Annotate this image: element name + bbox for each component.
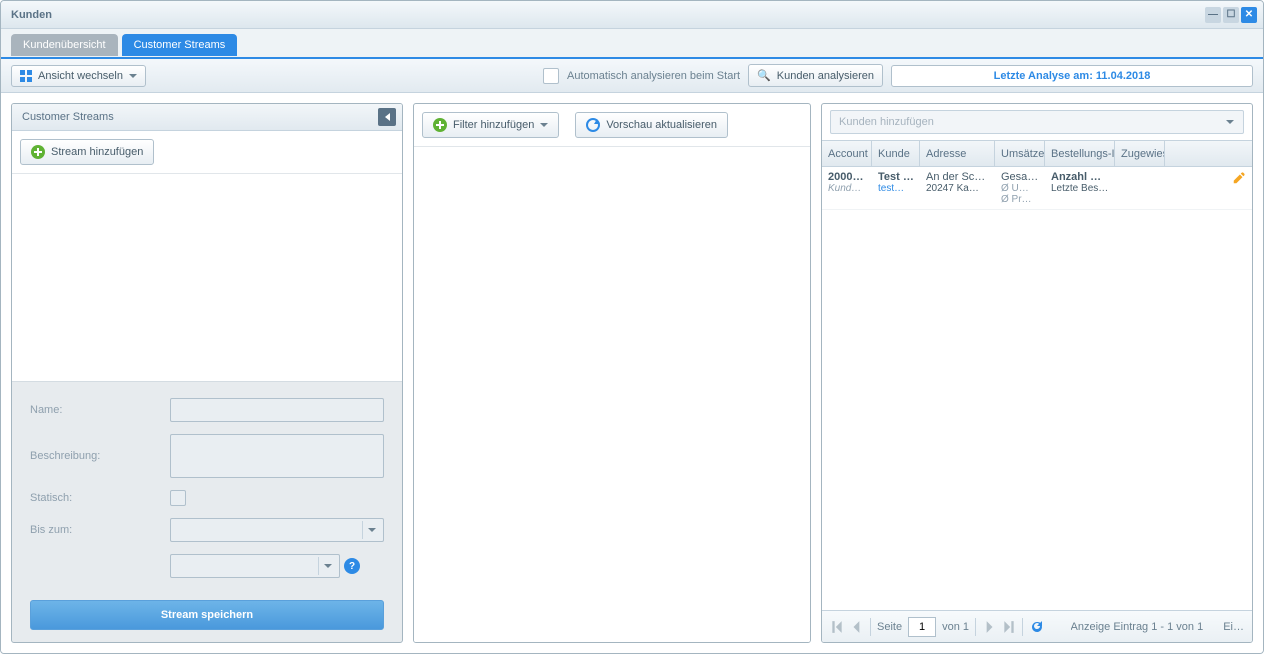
name-label: Name: [30,404,160,416]
help-icon[interactable]: ? [344,558,360,574]
auto-analyze-label: Automatisch analysieren beim Start [567,70,740,82]
streams-panel-header: Customer Streams [12,104,402,131]
cell-zugewiesen [1115,171,1165,205]
auto-analyze-checkbox[interactable] [543,68,559,84]
name-field[interactable] [170,398,384,422]
analyze-customers-button[interactable]: 🔍 Kunden analysieren [748,64,883,87]
customers-panel: Kunden hinzufügen Account Kunde Adresse … [821,103,1253,643]
chevron-down-icon [368,528,376,532]
col-account[interactable]: Account [822,141,872,166]
workspace: Customer Streams Stream hinzufügen Name:… [1,93,1263,653]
reload-icon[interactable] [1029,619,1045,635]
chevron-down-icon [540,123,548,127]
col-actions [1165,141,1252,166]
col-umsaetze[interactable]: Umsätze [995,141,1045,166]
prev-page-icon[interactable] [850,620,864,634]
grid-body: 2000… Kund… Test … test… An der Sc… 2024… [822,167,1252,610]
paging-info: Anzeige Eintrag 1 - 1 von 1 [1071,621,1204,633]
refresh-preview-label: Vorschau aktualisieren [606,119,717,131]
filter-panel: Filter hinzufügen Vorschau aktualisieren [413,103,811,643]
tab-customer-streams[interactable]: Customer Streams [122,34,238,56]
plus-icon [433,118,447,132]
add-customer-placeholder: Kunden hinzufügen [839,116,934,128]
customers-grid: Account Kunde Adresse Umsätze Bestellung… [822,140,1252,642]
description-field[interactable] [170,434,384,478]
maximize-icon[interactable]: ☐ [1223,7,1239,23]
stream-list [12,174,402,381]
edit-icon[interactable] [1232,171,1246,185]
chevron-down-icon [1226,120,1234,124]
add-stream-label: Stream hinzufügen [51,146,143,158]
add-filter-label: Filter hinzufügen [453,119,534,131]
save-stream-button[interactable]: Stream speichern [30,600,384,630]
page-of-label: von 1 [942,621,969,633]
paging-extra: Ei… [1223,621,1244,633]
last-analysis-info: Letzte Analyse am: 11.04.2018 [891,65,1253,87]
col-kunde[interactable]: Kunde [872,141,920,166]
add-filter-button[interactable]: Filter hinzufügen [422,112,559,138]
view-switch-button[interactable]: Ansicht wechseln [11,65,146,87]
static-checkbox[interactable] [170,490,186,506]
view-switch-label: Ansicht wechseln [38,70,123,82]
filter-body [414,147,810,642]
next-page-icon[interactable] [982,620,996,634]
titlebar: Kunden — ☐ ✕ [1,1,1263,29]
paging-toolbar: Seite von 1 Anzeige Eintrag 1 - 1 von 1 … [822,610,1252,642]
filter-toolbar: Filter hinzufügen Vorschau aktualisieren [414,104,810,147]
until-date-select[interactable] [170,518,384,542]
cell-kunde: Test … test… [872,171,920,205]
col-zugewiesen[interactable]: Zugewiesen [1115,141,1165,166]
window-title: Kunden [11,9,52,21]
chevron-down-icon [324,564,332,568]
main-toolbar: Ansicht wechseln Automatisch analysieren… [1,59,1263,93]
refresh-icon [586,118,600,132]
cell-account: 2000… Kund… [822,171,872,205]
tab-strip: Kundenübersicht Customer Streams [1,29,1263,59]
static-label: Statisch: [30,492,160,504]
first-page-icon[interactable] [830,620,844,634]
close-icon[interactable]: ✕ [1241,7,1257,23]
table-row[interactable]: 2000… Kund… Test … test… An der Sc… 2024… [822,167,1252,210]
grid-header: Account Kunde Adresse Umsätze Bestellung… [822,141,1252,167]
col-bestellungen[interactable]: Bestellungs-Informationen [1045,141,1115,166]
grid-icon [20,70,32,82]
page-label: Seite [877,621,902,633]
minimize-icon[interactable]: — [1205,7,1221,23]
streams-panel: Customer Streams Stream hinzufügen Name:… [11,103,403,643]
until-label: Bis zum: [30,524,160,536]
plus-icon [31,145,45,159]
tab-kundenuebersicht[interactable]: Kundenübersicht [11,34,118,56]
streams-panel-title: Customer Streams [22,111,114,123]
last-page-icon[interactable] [1002,620,1016,634]
collapse-icon[interactable] [378,108,396,126]
add-stream-button[interactable]: Stream hinzufügen [20,139,154,165]
page-input[interactable] [908,617,936,637]
analyze-customers-label: Kunden analysieren [777,70,874,82]
streams-toolbar: Stream hinzufügen [12,131,402,174]
cell-umsaetze: Gesa… Ø U… Ø Pr… [995,171,1045,205]
cell-adresse: An der Sc… 20247 Ka… [920,171,995,205]
until-time-select[interactable] [170,554,340,578]
window: Kunden — ☐ ✕ Kundenübersicht Customer St… [0,0,1264,654]
stream-form: Name: Beschreibung: Statisch: Bis zum: [12,381,402,642]
description-label: Beschreibung: [30,450,160,462]
col-adresse[interactable]: Adresse [920,141,995,166]
refresh-preview-button[interactable]: Vorschau aktualisieren [575,112,728,138]
analyze-icon: 🔍 [757,69,771,82]
chevron-down-icon [129,74,137,78]
cell-bestellungen: Anzahl B… Letzte Bes… [1045,171,1115,205]
combo-bar: Kunden hinzufügen [822,104,1252,140]
add-customer-combo[interactable]: Kunden hinzufügen [830,110,1244,134]
